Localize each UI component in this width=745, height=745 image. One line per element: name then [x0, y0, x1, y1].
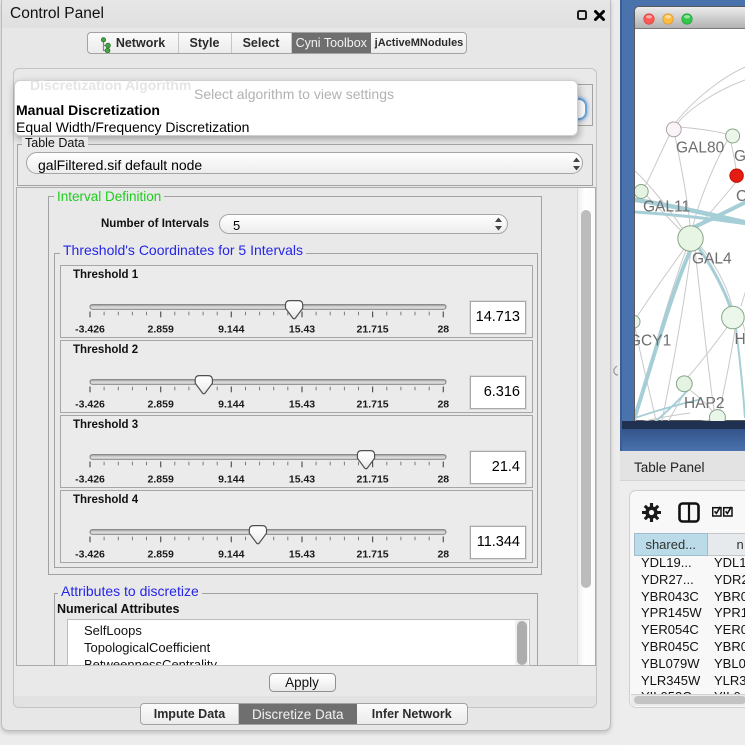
svg-text:2.859: 2.859: [148, 548, 174, 560]
svg-text:HAP2: HAP2: [684, 395, 725, 412]
svg-text:2.859: 2.859: [148, 473, 174, 485]
svg-text:9.144: 9.144: [218, 473, 244, 485]
svg-text:9.144: 9.144: [218, 398, 244, 410]
svg-text:28: 28: [437, 398, 449, 410]
svg-text:21.715: 21.715: [357, 398, 389, 410]
svg-text:GAL80: GAL80: [676, 140, 725, 157]
svg-text:15.43: 15.43: [289, 323, 315, 335]
svg-text:21.715: 21.715: [357, 473, 389, 485]
svg-text:-3.426: -3.426: [75, 323, 105, 335]
svg-text:HA: HA: [735, 331, 745, 348]
svg-text:28: 28: [437, 323, 449, 335]
svg-text:-3.426: -3.426: [75, 473, 105, 485]
svg-text:9.144: 9.144: [218, 548, 244, 560]
svg-text:15.43: 15.43: [289, 398, 315, 410]
svg-text:28: 28: [437, 473, 449, 485]
svg-text:GAL11: GAL11: [643, 199, 690, 216]
svg-text:-3.426: -3.426: [75, 398, 105, 410]
svg-text:GAL4: GAL4: [692, 251, 732, 268]
svg-text:15.43: 15.43: [289, 548, 315, 560]
svg-text:-3.426: -3.426: [75, 548, 105, 560]
svg-text:2.859: 2.859: [148, 398, 174, 410]
svg-text:21.715: 21.715: [357, 548, 389, 560]
svg-text:9.144: 9.144: [218, 323, 244, 335]
svg-text:15.43: 15.43: [289, 473, 315, 485]
svg-text:CY: CY: [736, 188, 745, 205]
svg-text:GA: GA: [734, 148, 745, 165]
svg-text:GCY1: GCY1: [635, 333, 672, 350]
svg-text:21.715: 21.715: [357, 323, 389, 335]
svg-text:2.859: 2.859: [148, 323, 174, 335]
svg-text:28: 28: [437, 548, 449, 560]
